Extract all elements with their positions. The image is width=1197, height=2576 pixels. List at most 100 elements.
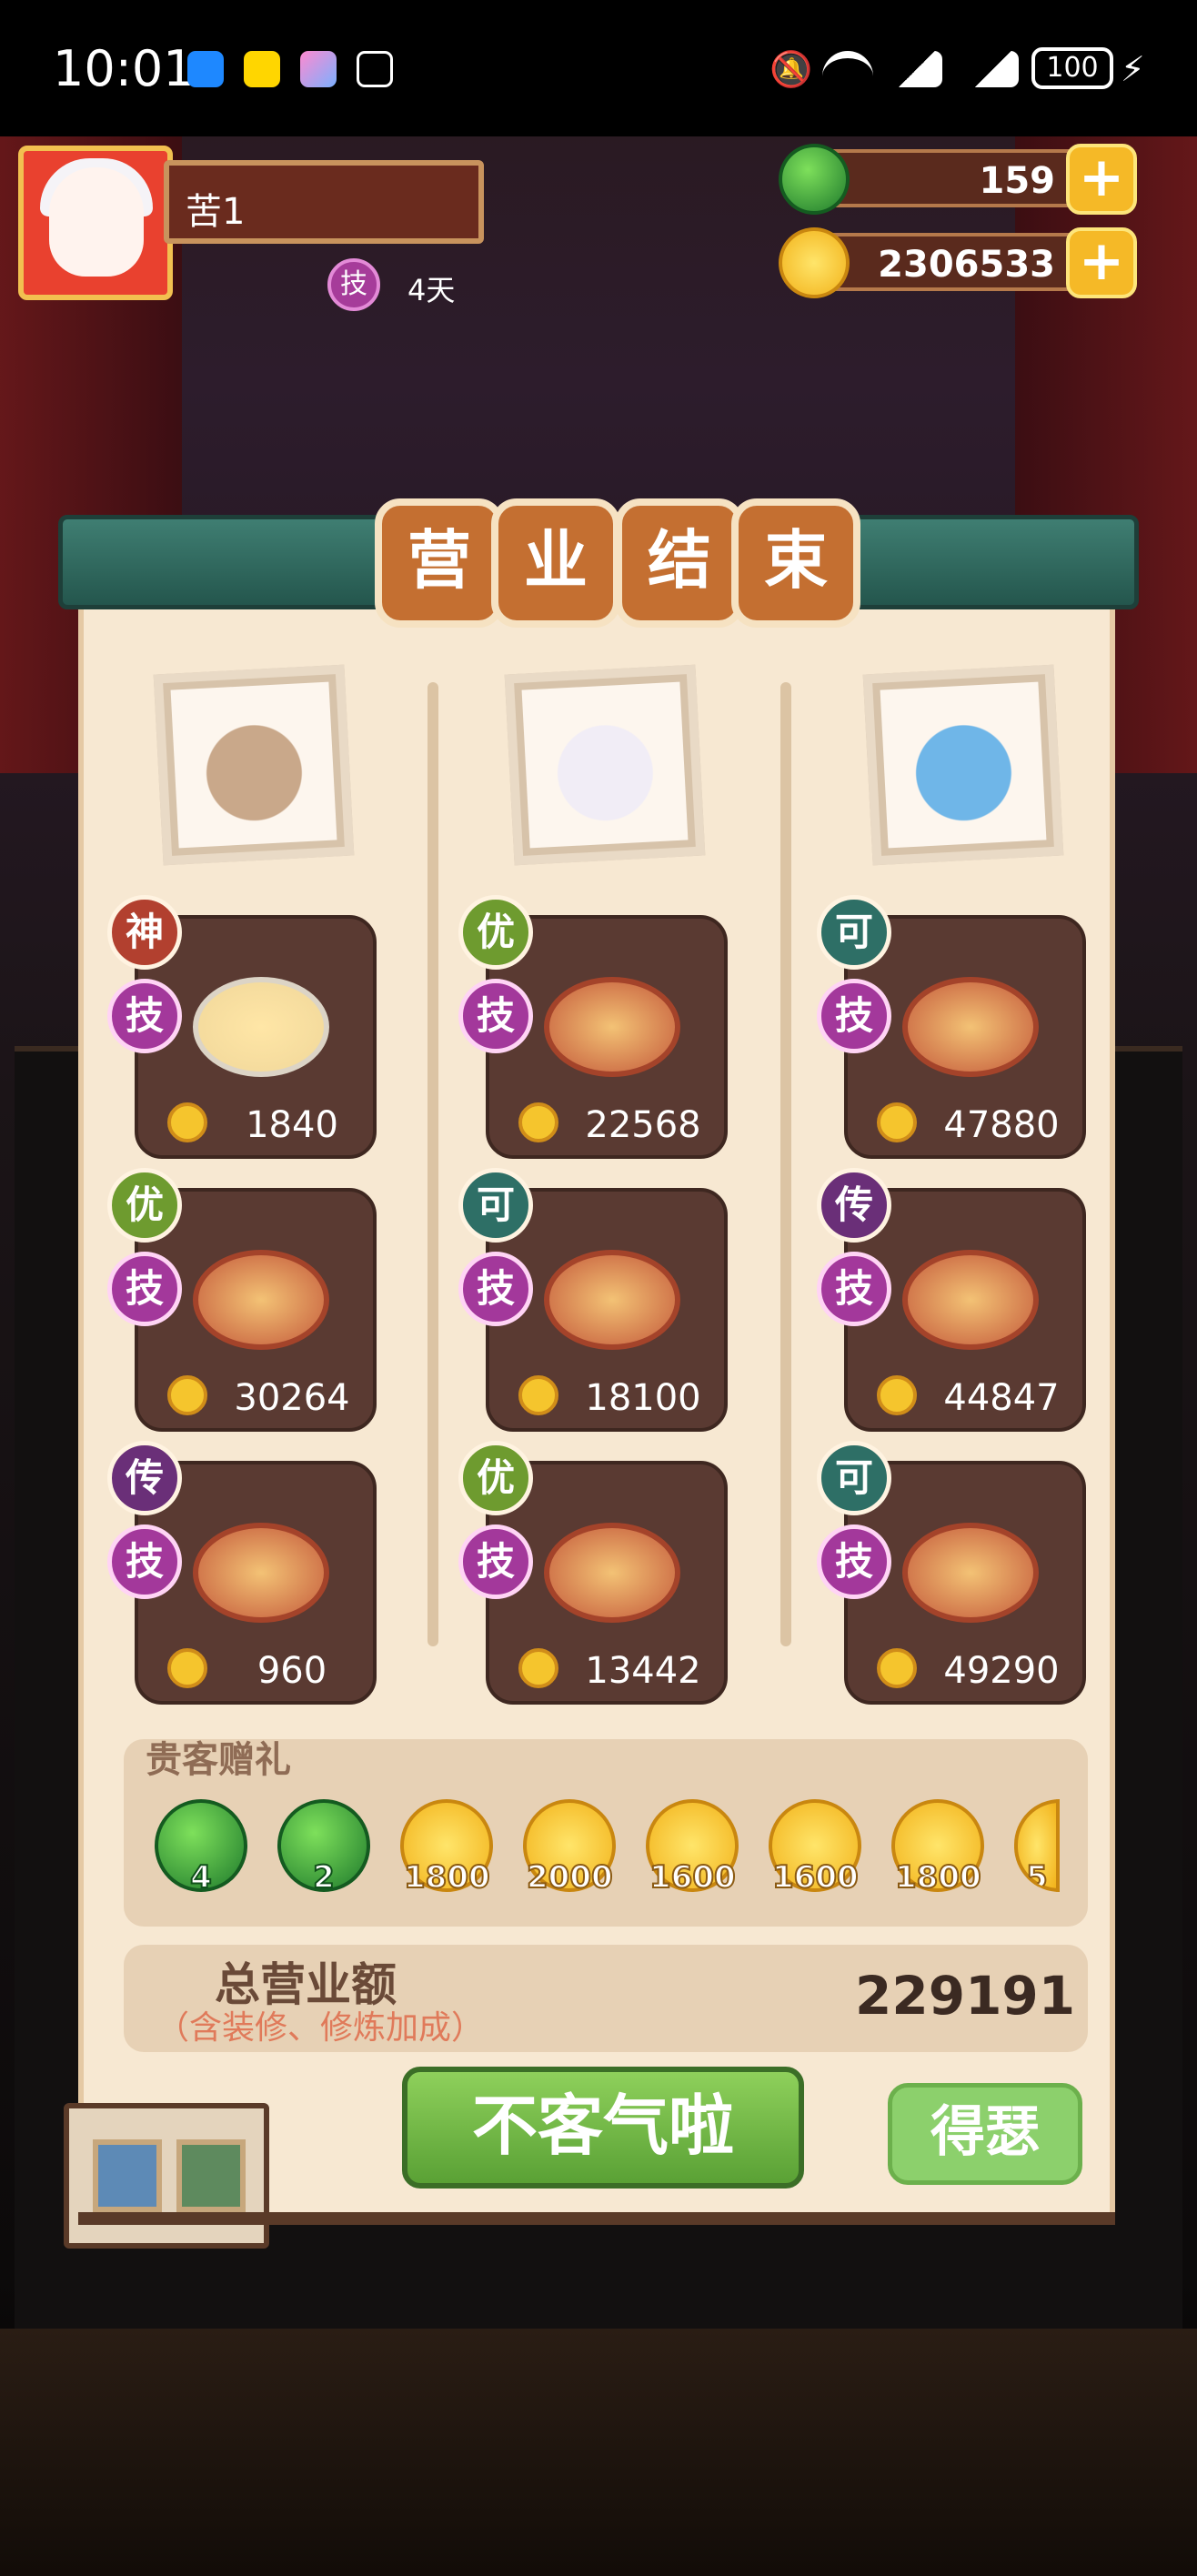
- dish-image: [544, 1250, 680, 1350]
- messages-icon: [187, 51, 224, 87]
- coin-gift-icon: 1600: [646, 1799, 739, 1897]
- jade-amount: 159: [979, 160, 1056, 202]
- meituan-icon: [244, 51, 280, 87]
- dish-skill-badge: 技: [458, 979, 533, 1053]
- dish-image: [902, 1250, 1039, 1350]
- coin-currency-bar: 2306533 +: [779, 227, 1137, 298]
- dish-skill-badge: 技: [107, 1252, 182, 1326]
- dish-price: 49290: [943, 1650, 1060, 1692]
- coin-icon: [518, 1648, 558, 1688]
- dish-skill-badge: 技: [817, 1524, 891, 1599]
- coin-icon: [167, 1375, 207, 1415]
- banner-char-1: 营: [375, 498, 504, 628]
- jade-gift-icon: 2: [277, 1799, 370, 1897]
- coin-gift-icon: 1800: [400, 1799, 493, 1897]
- show-off-button[interactable]: 得瑟: [888, 2083, 1082, 2185]
- game-screen: 10:01 🔕 100 ⚡ 苦1 技 4天 159 + 2306533 + 营 …: [0, 0, 1197, 2576]
- signal-icon: [891, 51, 942, 87]
- coin-icon: [877, 1375, 917, 1415]
- bluetooth-icon: [357, 51, 393, 87]
- dish-grade-badge: 可: [817, 1441, 891, 1515]
- coin-icon: [167, 1648, 207, 1688]
- coin-icon: [518, 1102, 558, 1142]
- gift-amount: 4: [189, 1858, 213, 1897]
- dish-image: [193, 1250, 329, 1350]
- dish-skill-badge: 技: [458, 1252, 533, 1326]
- dish-image: [193, 977, 329, 1077]
- camera-icon[interactable]: [93, 2139, 162, 2212]
- banner-char-4: 束: [731, 498, 860, 628]
- coin-gift-icon: 2000: [523, 1799, 616, 1897]
- dish-price: 47880: [943, 1104, 1060, 1146]
- gallery-icon: [300, 51, 337, 87]
- dish-price: 960: [256, 1650, 327, 1692]
- jade-gift-icon: 4: [155, 1799, 247, 1897]
- gift-title: 贵客赠礼: [146, 1739, 291, 1781]
- banner-char-3: 结: [615, 498, 744, 628]
- add-jade-button[interactable]: +: [1066, 144, 1137, 215]
- column-divider: [780, 682, 791, 1646]
- panel-bottom-edge: [78, 2212, 1115, 2225]
- column-divider: [428, 682, 438, 1646]
- gift-amount: 1600: [649, 1858, 737, 1897]
- dish-grade-badge: 优: [458, 1441, 533, 1515]
- dish-image: [544, 1523, 680, 1623]
- gift-amount: 2000: [526, 1858, 614, 1897]
- dish-price: 44847: [943, 1377, 1060, 1419]
- dish-skill-badge: 技: [107, 1524, 182, 1599]
- skill-badge-icon[interactable]: 技: [327, 258, 380, 311]
- dish-grade-badge: 可: [817, 895, 891, 970]
- stage-floor: [0, 2329, 1197, 2576]
- dish-image: [902, 977, 1039, 1077]
- chef-portrait: [504, 664, 706, 866]
- coin-icon: [518, 1375, 558, 1415]
- dish-price: 13442: [585, 1650, 701, 1692]
- dish-grade-badge: 优: [107, 1168, 182, 1243]
- dish-image: [544, 977, 680, 1077]
- coin-gift-icon: 1600: [769, 1799, 861, 1897]
- status-bar: 10:01 🔕 100 ⚡: [0, 0, 1197, 136]
- player-avatar[interactable]: [18, 146, 173, 300]
- total-revenue-value: 229191: [855, 1965, 1076, 2027]
- dish-grade-badge: 神: [107, 895, 182, 970]
- dish-price: 18100: [585, 1377, 701, 1419]
- gift-amount: 1800: [403, 1858, 491, 1897]
- player-name-box[interactable]: 苦1: [164, 160, 484, 244]
- coin-icon: [877, 1102, 917, 1142]
- wifi-icon: [822, 51, 873, 87]
- charging-icon: ⚡: [1121, 49, 1145, 89]
- gift-amount: 2: [312, 1858, 336, 1897]
- gift-amount: 1800: [894, 1858, 982, 1897]
- coin-amount: 2306533: [878, 244, 1055, 286]
- add-coin-button[interactable]: +: [1066, 227, 1137, 298]
- dish-price: 1840: [246, 1104, 338, 1146]
- camera-icon[interactable]: [176, 2139, 246, 2212]
- dish-price: 30264: [234, 1377, 350, 1419]
- dish-price: 22568: [585, 1104, 701, 1146]
- dish-image: [193, 1523, 329, 1623]
- dish-skill-badge: 技: [107, 979, 182, 1053]
- coin-icon: [779, 227, 850, 298]
- coin-icon: [877, 1648, 917, 1688]
- gift-amount: 5: [1025, 1858, 1049, 1892]
- total-revenue-sublabel: （含装修、修炼加成）: [156, 2009, 485, 2047]
- banner-char-2: 业: [491, 498, 620, 628]
- coin-icon: [167, 1102, 207, 1142]
- chef-portrait: [862, 664, 1064, 866]
- dish-grade-badge: 优: [458, 895, 533, 970]
- jade-currency-bar: 159 +: [779, 144, 1137, 215]
- battery-icon: 100: [1031, 47, 1113, 89]
- skill-days: 4天: [407, 273, 456, 307]
- status-time: 10:01: [53, 40, 195, 97]
- dish-grade-badge: 传: [107, 1441, 182, 1515]
- signal-icon: [968, 51, 1019, 87]
- silent-icon: 🔕: [770, 49, 813, 89]
- dish-image: [902, 1523, 1039, 1623]
- player-name: 苦1: [186, 191, 246, 233]
- dish-grade-badge: 可: [458, 1168, 533, 1243]
- dish-skill-badge: 技: [817, 1252, 891, 1326]
- camera-widget[interactable]: [64, 2103, 269, 2249]
- confirm-button[interactable]: 不客气啦: [402, 2067, 804, 2189]
- dish-skill-badge: 技: [817, 979, 891, 1053]
- chef-portrait: [153, 664, 355, 866]
